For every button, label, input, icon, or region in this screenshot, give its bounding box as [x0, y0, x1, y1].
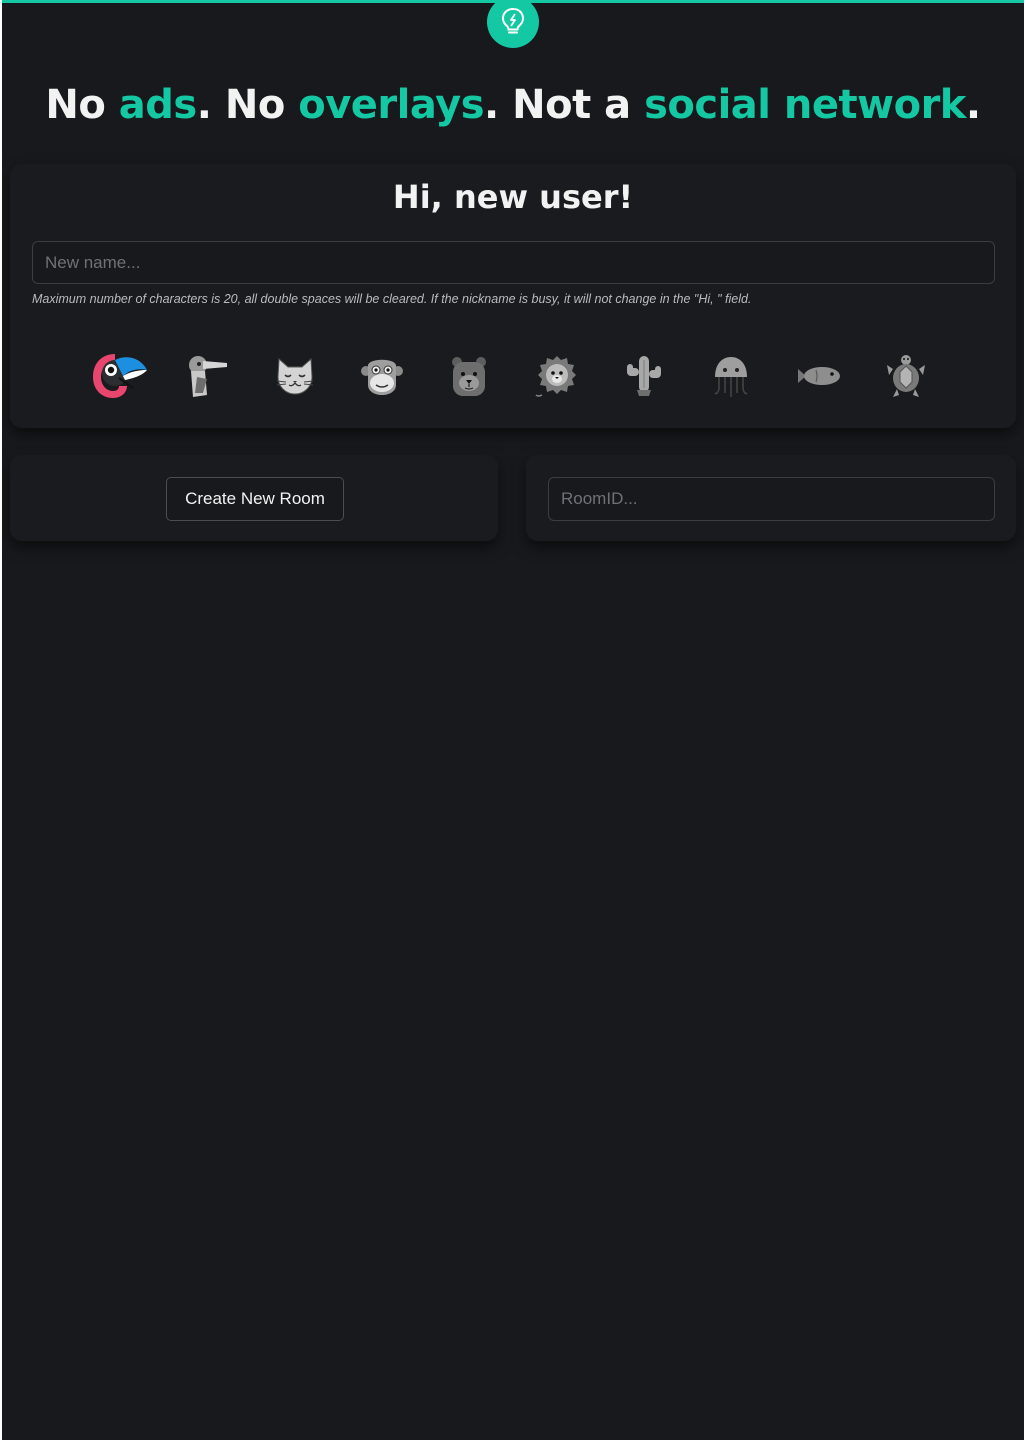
- avatar-option[interactable]: [787, 346, 851, 406]
- avatar-option[interactable]: [874, 346, 938, 406]
- join-room-card: [526, 455, 1016, 541]
- room-id-input[interactable]: [548, 477, 995, 521]
- profile-card: Hi, new user! Maximum number of characte…: [10, 164, 1016, 428]
- headline-text: . No: [196, 82, 299, 128]
- lion-icon: [535, 356, 576, 397]
- create-room-button[interactable]: Create New Room: [166, 477, 344, 521]
- turtle-icon: [886, 355, 925, 397]
- cat-icon: [276, 357, 313, 395]
- fish-icon: [797, 367, 840, 385]
- avatar-option[interactable]: [175, 346, 239, 406]
- headline-accent: ads: [118, 82, 197, 128]
- name-input[interactable]: [32, 241, 995, 284]
- avatar-option[interactable]: [350, 346, 414, 406]
- headline-text: .: [965, 82, 981, 128]
- avatar-option[interactable]: [437, 346, 501, 406]
- headline-text: . Not a: [484, 82, 645, 128]
- headline-text: No: [45, 82, 119, 128]
- create-room-card: Create New Room: [10, 455, 498, 541]
- avatar-picker: [88, 346, 938, 406]
- headline: No ads. No overlays. Not a social networ…: [2, 82, 1024, 128]
- cactus-icon: [626, 356, 661, 396]
- avatar-option[interactable]: [525, 346, 589, 406]
- lightbulb-icon: [501, 7, 525, 34]
- toucan-icon: [93, 354, 147, 398]
- headline-accent: social network: [644, 82, 966, 128]
- bear-icon: [452, 357, 487, 396]
- app-page: No ads. No overlays. Not a social networ…: [2, 0, 1024, 1440]
- avatar-option[interactable]: [699, 346, 763, 406]
- avatar-option[interactable]: [612, 346, 676, 406]
- jellyfish-icon: [714, 357, 748, 397]
- name-hint: Maximum number of characters is 20, all …: [32, 292, 752, 306]
- headline-accent: overlays: [298, 82, 485, 128]
- logo[interactable]: [487, 0, 539, 48]
- avatar-option[interactable]: [88, 346, 152, 406]
- pelican-icon: [189, 356, 228, 397]
- avatar-option[interactable]: [263, 346, 327, 406]
- monkey-icon: [360, 359, 403, 395]
- greeting-title: Hi, new user!: [392, 178, 634, 216]
